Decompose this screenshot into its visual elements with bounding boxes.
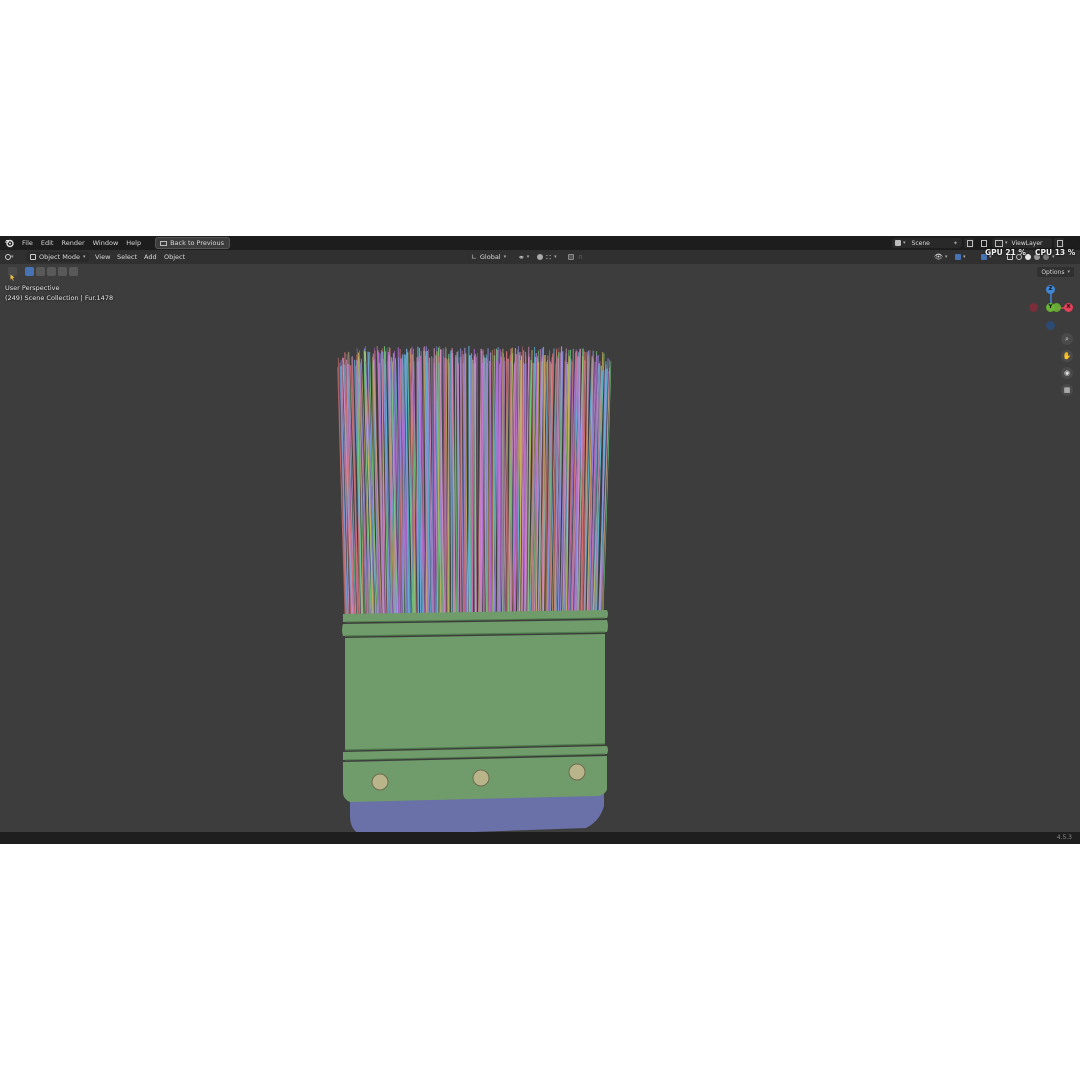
bristle-strand bbox=[476, 353, 480, 615]
cpu-stat: CPU 13 % bbox=[1035, 248, 1076, 257]
collection-label: (249) Scene Collection | Fur.1478 bbox=[5, 294, 114, 302]
gizmo-neg-x-axis[interactable] bbox=[1029, 303, 1038, 312]
bristle-strand bbox=[506, 351, 508, 615]
brush-bristles bbox=[337, 345, 612, 615]
gpu-stat: GPU 21 % bbox=[985, 248, 1026, 257]
version-label: 4.5.3 bbox=[1056, 834, 1072, 841]
viewport-3d[interactable] bbox=[0, 236, 1080, 844]
gizmo-neg-z-axis[interactable] bbox=[1046, 321, 1055, 330]
gizmo-z-axis[interactable]: Z bbox=[1046, 285, 1055, 294]
zoom-icon[interactable]: ⌕ bbox=[1061, 333, 1073, 345]
bristle-strand bbox=[539, 348, 541, 615]
grid-icon[interactable]: ▦ bbox=[1061, 384, 1073, 396]
rivet bbox=[472, 769, 490, 787]
camera-icon[interactable]: ◉ bbox=[1061, 367, 1073, 379]
status-bar: 4.5.3 bbox=[0, 832, 1080, 844]
pan-hand-icon[interactable]: ✋ bbox=[1061, 350, 1073, 362]
blender-window: File Edit Render Window Help Back to Pre… bbox=[0, 236, 1080, 844]
perspective-label: User Perspective bbox=[5, 284, 60, 292]
gizmo-x-axis[interactable]: X bbox=[1064, 303, 1073, 312]
bristle-strand bbox=[498, 363, 501, 615]
rivet bbox=[568, 763, 586, 781]
gizmo-y-axis-front[interactable] bbox=[1052, 303, 1061, 312]
bristle-strand bbox=[432, 357, 435, 615]
bristle-strand bbox=[499, 356, 502, 615]
rivet bbox=[371, 773, 389, 791]
